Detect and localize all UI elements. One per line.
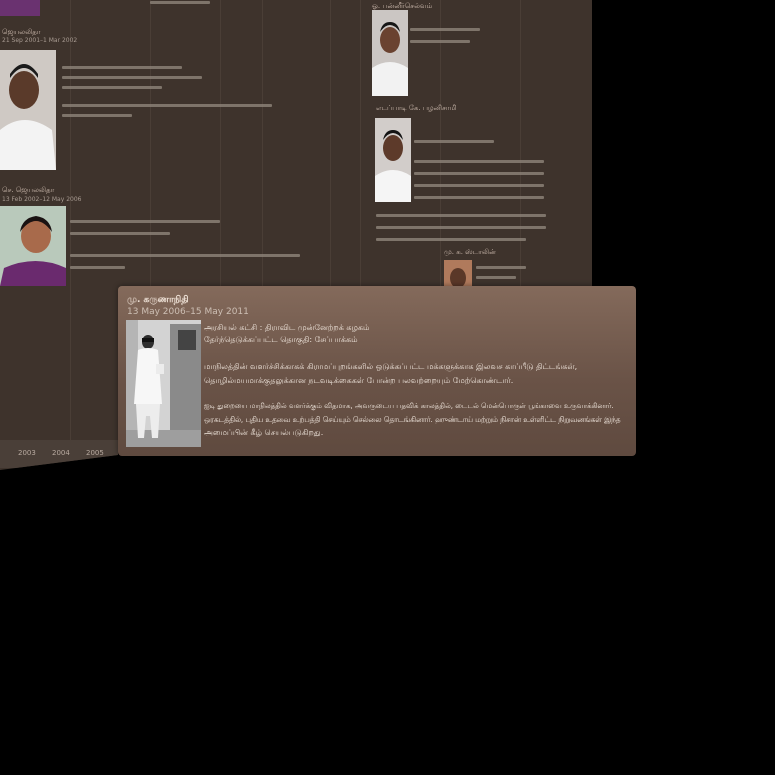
popup-date-range: 13 May 2006–15 May 2011 bbox=[127, 307, 249, 317]
leader-portrait-icon bbox=[444, 260, 472, 286]
grid-line bbox=[330, 0, 331, 300]
popup-party: அரசியல் கட்சி : திராவிட முன்னேற்றக் கழகம… bbox=[204, 323, 370, 332]
year-label[interactable]: 2004 bbox=[52, 449, 70, 457]
popup-constituency: தேர்ந்தெடுக்கப்பட்ட தொகுதி: சேப்பாக்கம் bbox=[204, 335, 358, 344]
text-line bbox=[414, 196, 544, 199]
popup-description-line: அமைப்பின் கீழ் செயல்படுகிறது. bbox=[204, 428, 324, 437]
grid-line bbox=[440, 0, 441, 290]
leader-photo[interactable] bbox=[0, 50, 56, 170]
card-date: 21 Sep 2001–1 Mar 2002 bbox=[2, 37, 78, 44]
card-name: ஜெயலலிதா bbox=[2, 28, 41, 36]
text-line bbox=[70, 220, 220, 223]
grid-line bbox=[360, 0, 361, 300]
leader-photo[interactable] bbox=[375, 118, 411, 202]
text-line bbox=[414, 172, 544, 175]
text-line bbox=[62, 104, 272, 107]
text-line bbox=[376, 214, 546, 217]
card-name: எடப்பாடி கே. பழனிசாமி bbox=[376, 104, 457, 112]
popup-description-line: ஐடி துறையை மாநிலத்தில் வளர்க்கும் விதமாக… bbox=[204, 402, 614, 410]
leader-photo[interactable] bbox=[372, 10, 408, 96]
text-line bbox=[476, 276, 516, 279]
text-line bbox=[70, 232, 170, 235]
text-line bbox=[376, 238, 526, 241]
text-line bbox=[62, 76, 202, 79]
text-line bbox=[62, 114, 132, 117]
card-name: மு. க. ஸ்டாலின் bbox=[444, 248, 496, 256]
text-line bbox=[410, 40, 470, 43]
leader-photo[interactable] bbox=[0, 206, 66, 286]
card-name: செ. ஜெயலலிதா bbox=[2, 186, 55, 194]
grid-line bbox=[70, 0, 71, 470]
vr-stage: ஜெயலலிதா 21 Sep 2001–1 Mar 2002 செ. ஜெயல… bbox=[0, 0, 775, 775]
year-label[interactable]: 2003 bbox=[18, 449, 36, 457]
popup-leader-name: மு. கருணாநிதி bbox=[127, 295, 189, 305]
text-line bbox=[376, 226, 546, 229]
text-line bbox=[150, 1, 210, 4]
popup-leader-photo bbox=[126, 320, 201, 447]
leader-detail-popup[interactable]: மு. கருணாநிதி 13 May 2006–15 May 2011 அர… bbox=[118, 286, 636, 456]
year-label[interactable]: 2005 bbox=[86, 449, 104, 457]
popup-description-line: ஒரகடத்தில், புதிய உதவை உற்பத்தி செய்யும்… bbox=[204, 415, 621, 424]
text-line bbox=[476, 266, 526, 269]
text-line bbox=[414, 140, 494, 143]
leader-portrait-icon bbox=[375, 118, 411, 202]
leader-portrait-icon bbox=[372, 10, 408, 96]
popup-description-line: மாநிலத்தின் வளர்ச்சிக்காகக் கிராமப்புறங்… bbox=[204, 362, 578, 371]
text-line bbox=[62, 66, 182, 69]
text-line bbox=[62, 86, 162, 89]
leader-portrait-icon bbox=[0, 206, 66, 286]
text-line bbox=[414, 160, 544, 163]
text-line bbox=[414, 184, 544, 187]
leader-photo[interactable] bbox=[444, 260, 472, 286]
leader-portrait-icon bbox=[126, 320, 201, 447]
card-date: 13 Feb 2002–12 May 2006 bbox=[2, 196, 82, 203]
text-line bbox=[70, 254, 300, 257]
popup-description-line: தொழில்மயமாக்குதலுக்கான நடவடிக்கைகள் போன்… bbox=[204, 376, 514, 385]
text-line bbox=[70, 266, 125, 269]
leader-portrait-icon bbox=[0, 50, 56, 170]
purple-corner bbox=[0, 0, 40, 16]
text-line bbox=[410, 28, 480, 31]
grid-line bbox=[520, 0, 521, 290]
